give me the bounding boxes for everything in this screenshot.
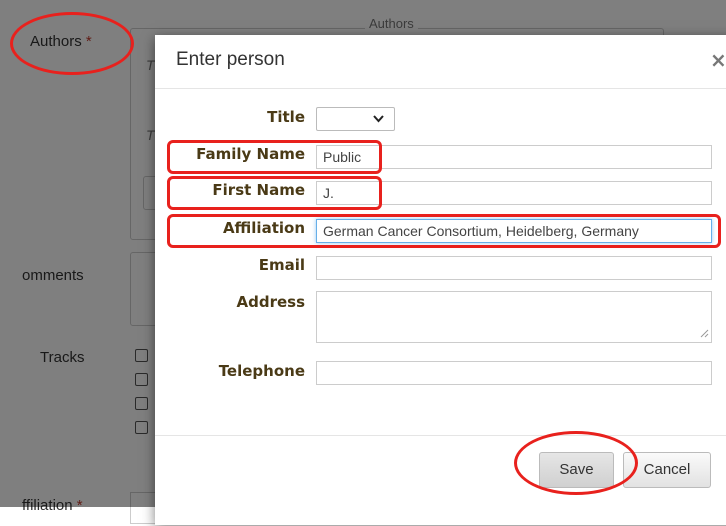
family-name-label: Family Name xyxy=(196,145,305,163)
first-name-value: J. xyxy=(323,185,334,201)
affiliation-label: Affiliation xyxy=(222,219,305,237)
dialog-footer: Save Cancel xyxy=(155,435,726,526)
title-select[interactable] xyxy=(316,107,395,131)
close-icon[interactable]: × xyxy=(710,48,726,72)
save-button[interactable]: Save xyxy=(539,452,614,488)
enter-person-dialog: Enter person × Title Family Name Public … xyxy=(155,35,726,525)
family-name-input[interactable]: Public xyxy=(316,145,712,169)
resize-handle-icon[interactable] xyxy=(700,329,709,341)
first-name-label: First Name xyxy=(212,181,305,199)
first-name-input[interactable]: J. xyxy=(316,181,712,205)
chevron-down-icon xyxy=(373,110,384,131)
address-label: Address xyxy=(236,293,305,311)
telephone-label: Telephone xyxy=(218,362,305,380)
dialog-header: Enter person × xyxy=(155,35,726,89)
affiliation-input[interactable]: German Cancer Consortium, Heidelberg, Ge… xyxy=(316,219,712,243)
affiliation-value: German Cancer Consortium, Heidelberg, Ge… xyxy=(323,223,639,239)
family-name-value: Public xyxy=(323,149,362,165)
email-input[interactable] xyxy=(316,256,712,280)
title-label: Title xyxy=(267,108,305,126)
telephone-input[interactable] xyxy=(316,361,712,385)
dialog-title: Enter person xyxy=(176,49,285,70)
cancel-button[interactable]: Cancel xyxy=(623,452,711,488)
email-label: Email xyxy=(258,256,305,274)
address-textarea[interactable] xyxy=(316,291,712,343)
